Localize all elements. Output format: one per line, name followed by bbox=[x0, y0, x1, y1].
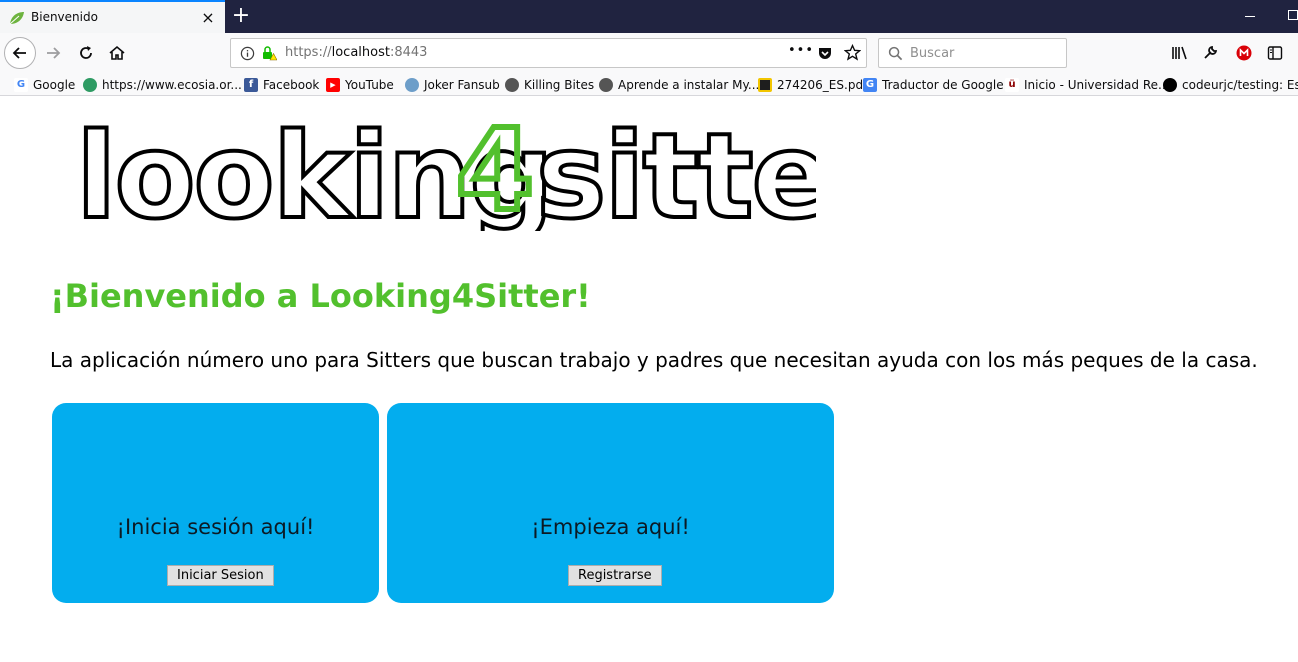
arrow-right-icon bbox=[47, 47, 61, 59]
bookmark-aprende[interactable]: Aprende a instalar My... bbox=[599, 76, 759, 93]
url-port: :8443 bbox=[389, 45, 428, 60]
search-icon bbox=[888, 46, 903, 61]
bookmark-universidad[interactable]: ü Inicio - Universidad Re... bbox=[1005, 76, 1169, 93]
library-icon[interactable] bbox=[1171, 45, 1189, 61]
url-scheme: https:// bbox=[285, 45, 332, 60]
insecure-lock-icon[interactable] bbox=[261, 45, 277, 61]
bookmark-label: Joker Fansub bbox=[424, 77, 500, 92]
bookmark-killing-bites[interactable]: Killing Bites bbox=[505, 76, 594, 93]
university-icon: ü bbox=[1005, 77, 1019, 92]
arrow-left-icon bbox=[12, 47, 26, 59]
bookmark-label: YouTube bbox=[345, 77, 394, 92]
bookmark-label: Inicio - Universidad Re... bbox=[1024, 77, 1170, 92]
tab-title: Bienvenido bbox=[31, 10, 98, 24]
home-button[interactable] bbox=[101, 37, 133, 69]
reload-button[interactable] bbox=[70, 37, 102, 69]
bookmarks-bar: G Google https://www.ecosia.or... f Facebo… bbox=[0, 73, 1298, 96]
pdf-icon bbox=[758, 77, 772, 92]
bookmark-translate[interactable]: G Traductor de Google bbox=[863, 76, 1004, 93]
looking4sitter-logo: looking 4 sitter bbox=[76, 109, 816, 231]
bookmark-label: https://www.ecosia.or... bbox=[102, 77, 242, 92]
nav-bar: https://localhost:8443 ••• Buscar bbox=[0, 33, 1298, 73]
tab-strip: Bienvenido × + bbox=[0, 0, 1298, 33]
leaf-icon bbox=[9, 12, 24, 25]
restore-window-icon[interactable] bbox=[1288, 10, 1298, 20]
home-icon bbox=[109, 45, 125, 60]
search-bar[interactable]: Buscar bbox=[878, 38, 1067, 68]
globe-icon bbox=[405, 77, 419, 92]
register-button[interactable]: Registrarse bbox=[568, 565, 662, 586]
url-text[interactable]: https://localhost:8443 bbox=[285, 45, 427, 60]
url-host: localhost bbox=[331, 45, 390, 60]
globe-icon bbox=[505, 77, 519, 92]
sidebar-icon[interactable] bbox=[1267, 45, 1283, 61]
google-icon: G bbox=[14, 77, 28, 92]
bookmark-ecosia[interactable]: https://www.ecosia.or... bbox=[83, 76, 242, 93]
ecosia-icon bbox=[83, 77, 97, 92]
minimize-window-icon[interactable] bbox=[1244, 8, 1258, 22]
github-icon bbox=[1163, 77, 1177, 92]
translate-icon: G bbox=[863, 77, 877, 92]
bookmark-pdf[interactable]: 274206_ES.pdf bbox=[758, 76, 867, 93]
new-tab-button[interactable]: + bbox=[230, 3, 252, 29]
facebook-icon: f bbox=[244, 77, 258, 92]
tagline: La aplicación número uno para Sitters qu… bbox=[50, 348, 1258, 372]
pocket-icon[interactable] bbox=[817, 45, 833, 61]
bookmark-label: Traductor de Google bbox=[882, 77, 1004, 92]
logo-text-right: sitter bbox=[536, 109, 816, 231]
bookmark-label: Aprende a instalar My... bbox=[618, 77, 760, 92]
bookmark-label: Facebook bbox=[263, 77, 320, 92]
bookmark-label: Killing Bites bbox=[524, 77, 595, 92]
reload-icon bbox=[80, 46, 92, 59]
back-button[interactable] bbox=[4, 37, 36, 69]
register-heading: ¡Empieza aquí! bbox=[531, 515, 690, 539]
logo-text-number: 4 bbox=[456, 109, 534, 231]
tab-bienvenido[interactable]: Bienvenido × bbox=[0, 0, 225, 33]
url-bar[interactable]: https://localhost:8443 ••• bbox=[230, 38, 867, 68]
login-heading: ¡Inicia sesión aquí! bbox=[116, 515, 315, 539]
page-content: looking 4 sitter ¡Bienvenido a Looking4S… bbox=[0, 97, 1298, 662]
close-tab-icon[interactable]: × bbox=[199, 8, 217, 27]
bookmark-label: 274206_ES.pdf bbox=[777, 77, 868, 92]
bookmark-github[interactable]: codeurjc/testing: Este bbox=[1163, 76, 1298, 93]
youtube-icon: ▶ bbox=[326, 77, 340, 92]
info-icon[interactable] bbox=[240, 46, 255, 61]
bookmark-label: Google bbox=[33, 77, 76, 92]
login-button[interactable]: Iniciar Sesion bbox=[167, 565, 274, 586]
search-placeholder: Buscar bbox=[910, 46, 955, 61]
bookmark-star-icon[interactable] bbox=[844, 44, 861, 61]
bookmark-joker-fansub[interactable]: Joker Fansub bbox=[405, 76, 500, 93]
forward-button[interactable] bbox=[37, 37, 69, 69]
page-actions-icon[interactable]: ••• bbox=[788, 43, 814, 58]
bookmark-youtube[interactable]: ▶ YouTube bbox=[326, 76, 394, 93]
bookmark-google[interactable]: G Google bbox=[14, 76, 75, 93]
welcome-title: ¡Bienvenido a Looking4Sitter! bbox=[50, 277, 591, 315]
bookmark-label: codeurjc/testing: Este bbox=[1182, 77, 1298, 92]
login-card: ¡Inicia sesión aquí! Iniciar Sesion bbox=[52, 403, 379, 603]
register-card: ¡Empieza aquí! Registrarse bbox=[387, 403, 834, 603]
mega-extension-icon[interactable] bbox=[1236, 45, 1252, 61]
bookmark-facebook[interactable]: f Facebook bbox=[244, 76, 319, 93]
globe-icon bbox=[599, 77, 613, 92]
wrench-icon[interactable] bbox=[1203, 44, 1219, 60]
